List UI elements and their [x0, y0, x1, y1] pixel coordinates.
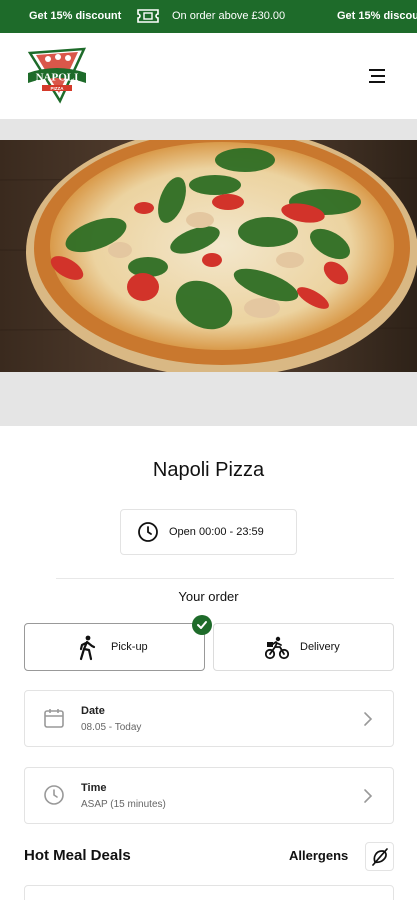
- menu-section-title: Hot Meal Deals: [24, 847, 131, 864]
- pickup-option-button[interactable]: Pick-up: [24, 623, 205, 671]
- allergens-link[interactable]: Allergens: [289, 848, 348, 863]
- selected-check-icon: [192, 615, 212, 635]
- time-label: Time: [81, 782, 107, 794]
- menu-item-card[interactable]: [24, 885, 394, 900]
- napoli-pizza-logo[interactable]: NAPOLI PIZZA: [24, 43, 90, 105]
- delivery-option-label: Delivery: [300, 641, 340, 653]
- promo-discount-text: Get 15% discount: [29, 10, 122, 22]
- opening-hours-text: Open 00:00 - 23:59: [169, 526, 264, 538]
- allergen-filter-button[interactable]: [365, 842, 394, 871]
- promo-banner: Get 15% discount On order above £30.00 G…: [0, 0, 417, 33]
- pizza-hero-image: [0, 140, 417, 372]
- your-order-heading: Your order: [178, 589, 239, 604]
- opening-hours-badge: Open 00:00 - 23:59: [120, 509, 297, 555]
- chevron-right-icon: [364, 789, 373, 803]
- promo-discount-text-repeat: Get 15% discou: [337, 10, 417, 22]
- hamburger-menu-icon[interactable]: [364, 63, 390, 89]
- svg-text:NAPOLI: NAPOLI: [36, 72, 79, 84]
- clock-icon: [138, 522, 158, 542]
- allergen-filter-icon: [371, 847, 388, 866]
- pickup-option-label: Pick-up: [111, 641, 148, 653]
- promo-condition-text: On order above £30.00: [172, 10, 286, 22]
- date-value: 08.05 - Today: [81, 722, 142, 733]
- calendar-icon: [44, 709, 64, 728]
- chevron-right-icon: [364, 712, 373, 726]
- time-value: ASAP (15 minutes): [81, 799, 166, 810]
- time-selector[interactable]: Time ASAP (15 minutes): [24, 767, 394, 824]
- clock-icon: [44, 785, 64, 805]
- divider: [56, 578, 394, 579]
- delivery-option-button[interactable]: Delivery: [213, 623, 394, 671]
- ticket-icon: [137, 9, 159, 23]
- date-selector[interactable]: Date 08.05 - Today: [24, 690, 394, 747]
- svg-text:PIZZA: PIZZA: [51, 86, 65, 91]
- app-header: NAPOLI PIZZA: [0, 33, 417, 119]
- restaurant-name: Napoli Pizza: [152, 459, 265, 481]
- cyclist-icon: [265, 636, 289, 660]
- walking-person-icon: [79, 635, 96, 661]
- date-label: Date: [81, 705, 105, 717]
